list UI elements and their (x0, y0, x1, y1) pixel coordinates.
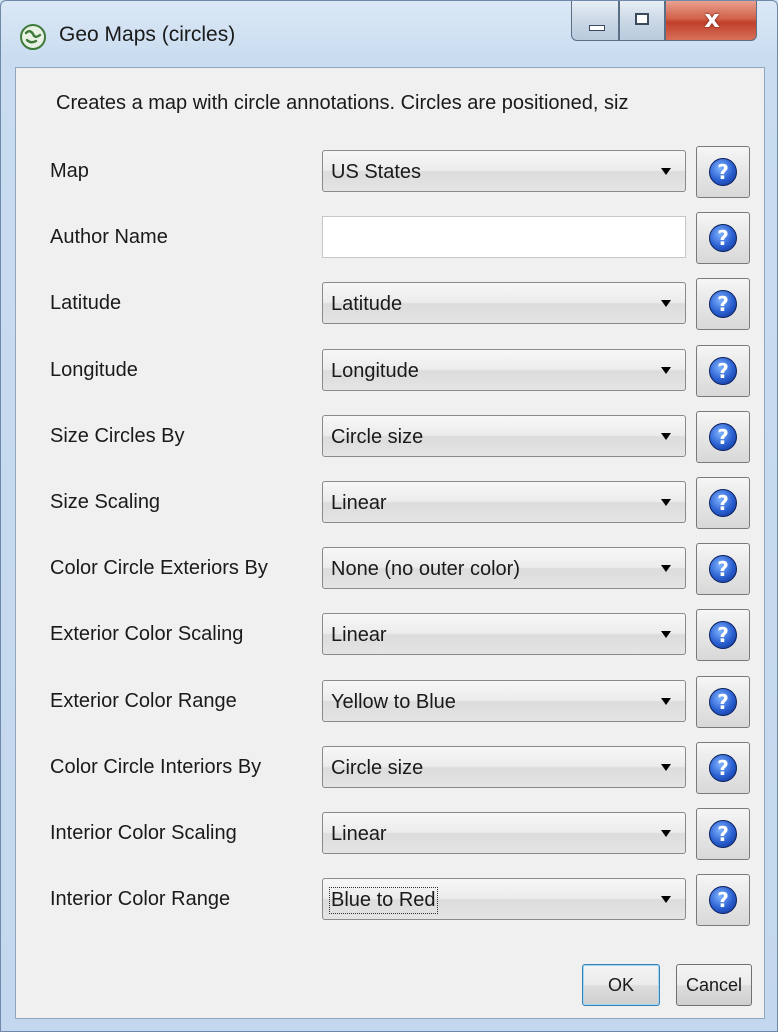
dropdown-value: Longitude (331, 360, 419, 382)
dropdown-value: Circle size (331, 426, 424, 448)
dropdown-value: Blue to Red (329, 887, 438, 914)
description-text: Creates a map with circle annotations. C… (56, 92, 629, 114)
help-icon: ? (709, 489, 737, 517)
help-button[interactable]: ? (696, 212, 750, 264)
maximize-button[interactable] (619, 1, 665, 41)
help-button[interactable]: ? (696, 543, 750, 595)
help-button[interactable]: ? (696, 345, 750, 397)
field-dropdown[interactable]: Yellow to Blue (322, 680, 686, 722)
field-label: Size Scaling (50, 491, 161, 513)
author-name-input[interactable] (322, 216, 686, 258)
field-label: Size Circles By (50, 425, 185, 447)
form-row: Exterior Color Scaling Linear? (16, 609, 764, 661)
help-icon: ? (709, 158, 737, 186)
chevron-down-icon (661, 830, 671, 837)
form-row: Size Scaling Linear? (16, 477, 764, 529)
chevron-down-icon (661, 698, 671, 705)
help-icon: ? (709, 423, 737, 451)
help-button[interactable]: ? (696, 477, 750, 529)
help-icon: ? (709, 290, 737, 318)
help-button[interactable]: ? (696, 808, 750, 860)
chevron-down-icon (661, 300, 671, 307)
help-icon: ? (709, 820, 737, 848)
form-row: Author Name? (16, 212, 764, 264)
chevron-down-icon (661, 631, 671, 638)
geo-maps-app-icon (20, 24, 46, 50)
dropdown-value: Latitude (331, 293, 403, 315)
field-label: Color Circle Interiors By (50, 756, 262, 778)
field-label: Latitude (50, 292, 122, 314)
field-label: Longitude (50, 359, 138, 381)
form-row: Interior Color Range Blue to Red? (16, 874, 764, 926)
chevron-down-icon (661, 168, 671, 175)
close-button[interactable]: x (665, 1, 757, 41)
help-icon: ? (709, 754, 737, 782)
field-dropdown[interactable]: Linear (322, 613, 686, 655)
help-button[interactable]: ? (696, 676, 750, 728)
chevron-down-icon (661, 367, 671, 374)
field-dropdown[interactable]: Blue to Red (322, 878, 686, 920)
dropdown-value: Linear (331, 492, 387, 514)
chevron-down-icon (661, 764, 671, 771)
window-controls: x (571, 1, 761, 45)
field-dropdown[interactable]: Linear (322, 812, 686, 854)
minimize-icon (589, 25, 605, 31)
field-dropdown[interactable]: US States (322, 150, 686, 192)
help-icon: ? (709, 886, 737, 914)
minimize-button[interactable] (571, 1, 619, 41)
form-row: Color Circle Exteriors By None (no outer … (16, 543, 764, 595)
field-dropdown[interactable]: Circle size (322, 746, 686, 788)
form-row: Interior Color Scaling Linear? (16, 808, 764, 860)
help-button[interactable]: ? (696, 146, 750, 198)
window-title: Geo Maps (circles) (59, 23, 236, 46)
chevron-down-icon (661, 896, 671, 903)
help-icon: ? (709, 224, 737, 252)
field-label: Interior Color Range (50, 888, 231, 910)
help-button[interactable]: ? (696, 411, 750, 463)
chevron-down-icon (661, 433, 671, 440)
field-label: Color Circle Exteriors By (50, 557, 268, 579)
help-button[interactable]: ? (696, 874, 750, 926)
help-icon: ? (709, 555, 737, 583)
field-dropdown[interactable]: None (no outer color) (322, 547, 686, 589)
field-label: Interior Color Scaling (50, 822, 237, 844)
form-row: Exterior Color Range Yellow to Blue? (16, 676, 764, 728)
help-icon: ? (709, 357, 737, 385)
title-bar[interactable]: Geo Maps (circles) x (1, 1, 777, 67)
chevron-down-icon (661, 499, 671, 506)
dropdown-value: US States (331, 161, 422, 183)
form-row: Latitude Latitude? (16, 278, 764, 330)
help-button[interactable]: ? (696, 742, 750, 794)
field-dropdown[interactable]: Longitude (322, 349, 686, 391)
maximize-icon (635, 13, 649, 25)
field-label: Exterior Color Range (50, 690, 237, 712)
help-button[interactable]: ? (696, 278, 750, 330)
close-icon: x (704, 5, 720, 33)
form-row: Map US States? (16, 146, 764, 198)
field-label: Author Name (50, 226, 168, 248)
form-row: Size Circles By Circle size? (16, 411, 764, 463)
ok-button[interactable]: OK (582, 964, 660, 1006)
help-icon: ? (709, 621, 737, 649)
dialog-window: Geo Maps (circles) x Creates a map with … (0, 0, 778, 1032)
field-label: Exterior Color Scaling (50, 623, 244, 645)
dropdown-value: None (no outer color) (331, 558, 520, 580)
field-dropdown[interactable]: Circle size (322, 415, 686, 457)
dialog-body: Creates a map with circle annotations. C… (15, 67, 765, 1019)
field-dropdown[interactable]: Latitude (322, 282, 686, 324)
field-label: Map (50, 160, 89, 182)
cancel-button[interactable]: Cancel (676, 964, 752, 1006)
dropdown-value: Linear (331, 624, 387, 646)
form-row: Color Circle Interiors By Circle size? (16, 742, 764, 794)
dropdown-value: Circle size (331, 757, 424, 779)
chevron-down-icon (661, 565, 671, 572)
field-dropdown[interactable]: Linear (322, 481, 686, 523)
help-icon: ? (709, 688, 737, 716)
dropdown-value: Yellow to Blue (331, 691, 456, 713)
form-row: Longitude Longitude? (16, 345, 764, 397)
help-button[interactable]: ? (696, 609, 750, 661)
dropdown-value: Linear (331, 823, 387, 845)
